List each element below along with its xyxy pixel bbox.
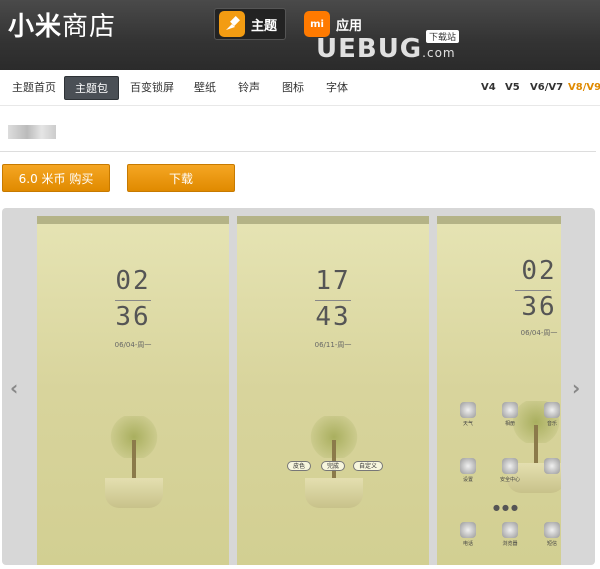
nav-item-home[interactable]: 主题首页 (12, 76, 56, 100)
browser-icon (502, 522, 518, 538)
download-button[interactable]: 下载 (127, 164, 235, 192)
store-header: 小米商店 主题 mi 应用 UEBUG.com 下载站 (0, 0, 600, 70)
clock-hour: 17 (315, 266, 351, 296)
app-phone[interactable]: 电话 (453, 522, 483, 547)
brush-icon (219, 11, 245, 37)
status-bar (437, 216, 561, 224)
app-messages[interactable]: 短信 (537, 522, 561, 547)
status-bar (37, 216, 229, 224)
clock-divider (115, 300, 151, 301)
preview-lockscreen-2[interactable]: 17 43 06/11-周一 皮色 完成 自定义 (237, 216, 429, 565)
clock-hour: 02 (115, 266, 151, 296)
preview-lockscreen-1[interactable]: 02 36 06/04-周一 (37, 216, 229, 565)
theme-button[interactable]: 主题 (214, 8, 286, 40)
chevron-right-icon[interactable]: › (572, 376, 580, 400)
app-security[interactable]: 安全中心 (495, 458, 525, 483)
nav-item-lockscreen[interactable]: 百变锁屏 (130, 76, 174, 100)
status-bar (237, 216, 429, 224)
nav-item-wallpaper[interactable]: 壁纸 (194, 76, 216, 100)
app-icon (544, 458, 560, 474)
clock-hour: 02 (521, 256, 557, 286)
app-settings[interactable]: 设置 (453, 458, 483, 483)
main-nav: 主题首页 主题包 百变锁屏 壁纸 铃声 图标 字体 V4 V5 V6/V7 V8… (0, 70, 600, 106)
security-icon (502, 458, 518, 474)
page-dots: ●●● (493, 503, 520, 512)
clock-divider (515, 290, 551, 291)
version-v6-v7[interactable]: V6/V7 (530, 82, 563, 93)
version-v5[interactable]: V5 (505, 82, 520, 93)
done-button[interactable]: 完成 (321, 461, 346, 471)
clock-minute: 36 (115, 302, 151, 332)
buy-button[interactable]: 6.0 米币 购买 (2, 164, 110, 192)
skin-button[interactable]: 皮色 (287, 461, 312, 471)
plant-image (105, 416, 165, 511)
clock-minute: 36 (521, 292, 557, 322)
app-unknown[interactable] (537, 458, 561, 476)
nav-item-ringtone[interactable]: 铃声 (238, 76, 260, 100)
messages-icon (544, 522, 560, 538)
pixelated-title (8, 125, 56, 139)
clock-date: 06/04-周一 (114, 341, 152, 349)
clock-date: 06/11-周一 (314, 341, 352, 349)
divider (0, 151, 596, 152)
weather-icon (460, 402, 476, 418)
app-browser[interactable]: 浏览器 (495, 522, 525, 547)
preview-gallery: ‹ › 02 36 06/04-周一 17 43 06/11-周一 皮色 完成 … (2, 208, 595, 565)
phone-icon (460, 522, 476, 538)
version-v4[interactable]: V4 (481, 82, 496, 93)
nav-item-icons[interactable]: 图标 (282, 76, 304, 100)
nav-item-theme-pack[interactable]: 主题包 (64, 76, 119, 100)
clock-date: 06/04-周一 (520, 329, 558, 337)
music-icon (544, 402, 560, 418)
clock-minute: 43 (315, 302, 351, 332)
chevron-left-icon[interactable]: ‹ (10, 376, 18, 400)
app-music[interactable]: 音乐 (537, 402, 561, 427)
customize-button[interactable]: 自定义 (353, 461, 384, 471)
settings-icon (460, 458, 476, 474)
watermark-badge: 下载站 (426, 30, 460, 43)
gallery-icon (502, 402, 518, 418)
clock-divider (315, 300, 351, 301)
nav-item-fonts[interactable]: 字体 (326, 76, 348, 100)
version-v8-v9[interactable]: V8/V9 (568, 82, 600, 93)
preview-home-screen[interactable]: 02 36 06/04-周一 天气 相册 音乐 设置 安全中心 ●●● 电话 浏… (437, 216, 561, 565)
app-gallery[interactable]: 相册 (495, 402, 525, 427)
store-logo[interactable]: 小米商店 (8, 6, 116, 43)
app-weather[interactable]: 天气 (453, 402, 483, 427)
